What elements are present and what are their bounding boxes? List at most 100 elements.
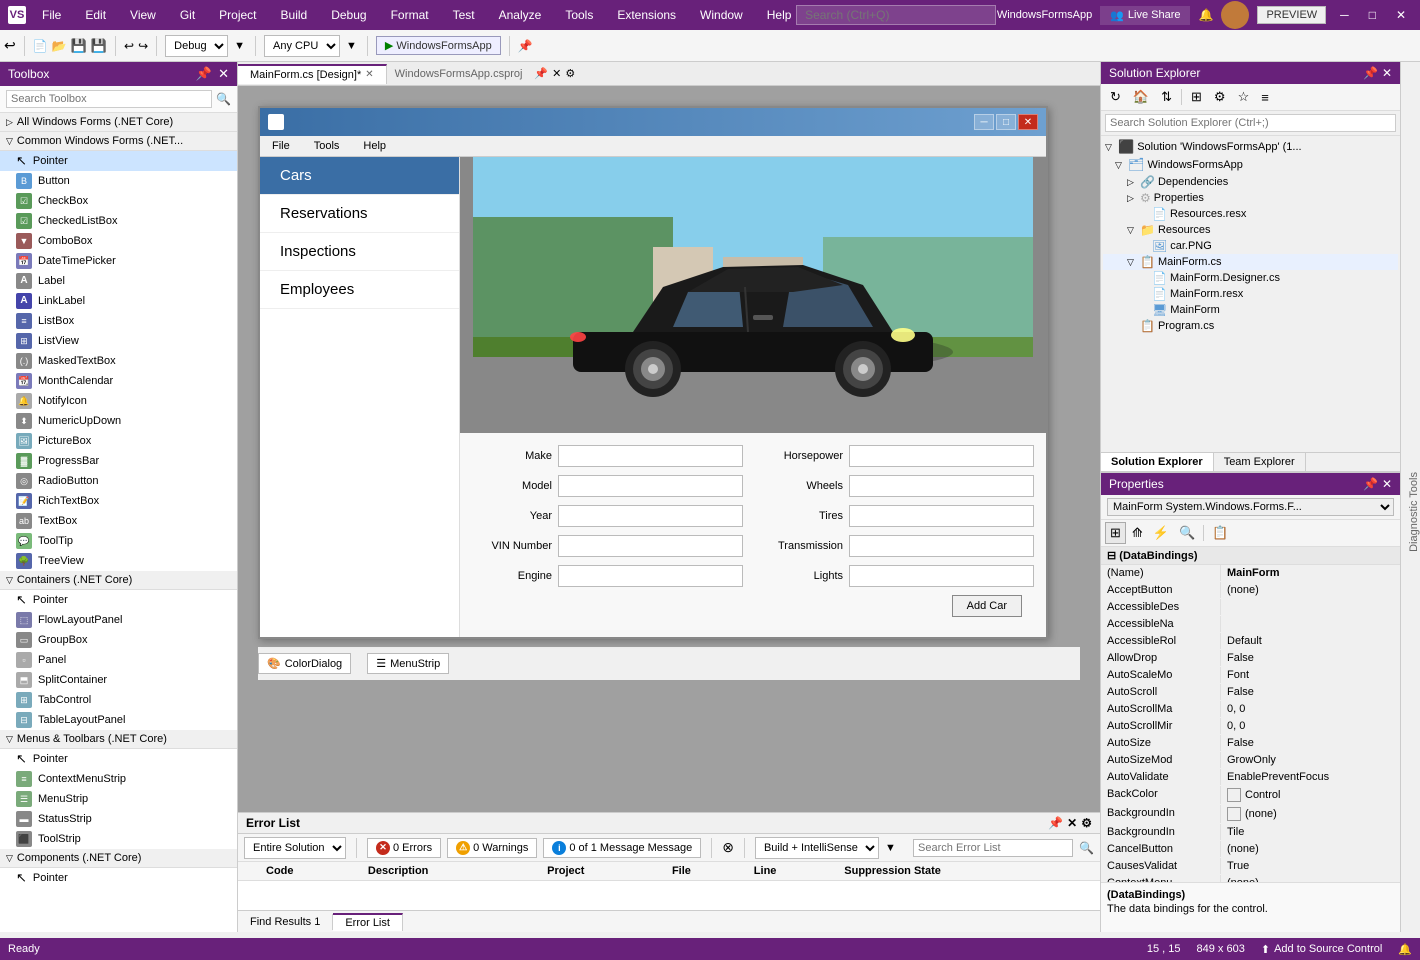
tool-checkbox[interactable]: ☑ CheckBox [0,191,237,211]
menu-edit[interactable]: Edit [81,6,110,24]
container-panel[interactable]: ▫ Panel [0,650,237,670]
tab-close-icon[interactable]: ✕ [365,69,373,80]
tool-notifyicon[interactable]: 🔔 NotifyIcon [0,391,237,411]
tree-properties[interactable]: ▷ ⚙ Properties [1103,190,1398,206]
field-lights-input[interactable] [849,565,1034,587]
toolbar-saveall-icon[interactable]: 💾 [91,38,107,54]
build-filter-select[interactable]: Build + IntelliSense [755,837,879,859]
menu-pointer[interactable]: ↖ Pointer [0,749,237,769]
menu-build[interactable]: Build [277,6,312,24]
props-row-autoscroll[interactable]: AutoScroll False [1101,684,1400,701]
toolbar-new-icon[interactable]: 📄 [33,39,48,53]
toolbar-back-icon[interactable]: ↩ [4,37,16,54]
error-list-gear-icon[interactable]: ⚙ [1081,816,1092,830]
tool-combobox[interactable]: ▼ ComboBox [0,231,237,251]
tool-monthcalendar[interactable]: 📆 MonthCalendar [0,371,237,391]
props-row-accessiblename[interactable]: AccessibleNa [1101,616,1400,633]
props-events-btn[interactable]: ⚡ [1149,523,1173,543]
sol-settings2-btn[interactable]: ⚙ [1209,86,1231,108]
sol-home-btn[interactable]: 🏠 [1128,86,1154,108]
tree-project[interactable]: ▽ 🗂 WindowsFormsApp [1103,156,1398,174]
clear-filter-icon[interactable]: ⊗ [722,839,734,856]
toolbox-section-all[interactable]: ▷ All Windows Forms (.NET Core) [0,113,237,132]
tool-treeview[interactable]: 🌳 TreeView [0,551,237,571]
menu-view[interactable]: View [126,6,160,24]
diagnostic-tools-sidebar[interactable]: Diagnostic Tools [1400,62,1420,932]
props-row-backcolor[interactable]: BackColor Control [1101,786,1400,805]
tool-tooltip[interactable]: 💬 ToolTip [0,531,237,551]
props-row-backgroundin1[interactable]: BackgroundIn (none) [1101,805,1400,824]
form-menu-tools[interactable]: Tools [310,138,344,154]
menu-help[interactable]: Help [763,6,796,24]
props-row-autosizemod[interactable]: AutoSizeMod GrowOnly [1101,752,1400,769]
field-engine-input[interactable] [558,565,743,587]
tree-dependencies[interactable]: ▷ 🔗 Dependencies [1103,174,1398,190]
container-pointer[interactable]: ↖ Pointer [0,590,237,610]
menu-format[interactable]: Format [387,6,433,24]
designer-area[interactable]: ─ □ ✕ File Tools Help [238,86,1100,812]
preview-btn[interactable]: PREVIEW [1257,6,1326,24]
props-search-btn[interactable]: 🔍 [1175,523,1199,543]
field-wheels-input[interactable] [849,475,1034,497]
menu-menustrip[interactable]: ☰ MenuStrip [0,789,237,809]
tab-mainform-design[interactable]: MainForm.cs [Design]* ✕ [238,64,387,84]
pin-icon[interactable]: 📌 [518,39,533,53]
live-share-button[interactable]: 👥 Live Share [1100,6,1190,25]
tree-mainform-resx[interactable]: 📄 MainForm.resx [1103,286,1398,302]
props-row-autoscrollma[interactable]: AutoScrollMa 0, 0 [1101,701,1400,718]
props-row-autovalidate[interactable]: AutoValidate EnablePreventFocus [1101,769,1400,786]
toolbox-section-containers[interactable]: ▽ Containers (.NET Core) [0,571,237,590]
toolbox-close-icon[interactable]: ✕ [218,66,229,82]
menu-file[interactable]: File [38,6,65,24]
comp-pointer[interactable]: ↖ Pointer [0,868,237,888]
container-groupbox[interactable]: ▭ GroupBox [0,630,237,650]
global-search-input[interactable] [796,5,996,25]
tool-label[interactable]: A Label [0,271,237,291]
tab-error-list[interactable]: Error List [333,913,403,931]
props-row-accessiblerole[interactable]: AccessibleRol Default [1101,633,1400,650]
toolbar-redo-icon[interactable]: ↪ [138,39,148,53]
notification-bell-icon[interactable]: 🔔 [1398,943,1412,956]
form-menu-help[interactable]: Help [359,138,390,154]
tool-pointer[interactable]: ↖ Pointer [0,151,237,171]
tab-team-explorer[interactable]: Team Explorer [1214,453,1306,471]
sol-pin-icon[interactable]: 📌 [1363,66,1378,80]
sol-close-icon[interactable]: ✕ [1382,66,1392,80]
props-row-autoscalemode[interactable]: AutoScaleMo Font [1101,667,1400,684]
cpu-select[interactable]: Any CPU [264,35,340,57]
notification-icon[interactable]: 🔔 [1198,8,1213,22]
props-row-acceptbutton[interactable]: AcceptButton (none) [1101,582,1400,599]
field-horsepower-input[interactable] [849,445,1034,467]
errors-badge[interactable]: ✕ 0 Errors [367,838,441,858]
tab-find-results[interactable]: Find Results 1 [238,914,333,930]
nav-reservations[interactable]: Reservations [260,195,459,233]
menu-debug[interactable]: Debug [327,6,370,24]
menu-tools[interactable]: Tools [561,6,597,24]
field-model-input[interactable] [558,475,743,497]
field-year-input[interactable] [558,505,743,527]
tool-listbox[interactable]: ≡ ListBox [0,311,237,331]
add-car-button[interactable]: Add Car [952,595,1022,617]
tab-pin-icon[interactable]: 📌 [534,67,548,80]
warnings-badge[interactable]: ⚠ 0 Warnings [447,838,537,858]
props-row-accessibledes[interactable]: AccessibleDes [1101,599,1400,616]
tool-richtextbox[interactable]: 📝 RichTextBox [0,491,237,511]
nav-inspections[interactable]: Inspections [260,233,459,271]
props-row-allowdrop[interactable]: AllowDrop False [1101,650,1400,667]
props-pin-icon[interactable]: 📌 [1363,477,1378,491]
user-avatar[interactable] [1221,1,1249,29]
tool-textbox[interactable]: ab TextBox [0,511,237,531]
tool-linklabel[interactable]: A LinkLabel [0,291,237,311]
toolbox-section-common[interactable]: ▽ Common Windows Forms (.NET... [0,132,237,151]
error-list-pin-icon[interactable]: 📌 [1048,816,1063,830]
props-row-name[interactable]: (Name) MainForm [1101,565,1400,582]
menu-statusstrip[interactable]: ▬ StatusStrip [0,809,237,829]
form-close-btn[interactable]: ✕ [1018,114,1038,130]
props-alphabetical-btn[interactable]: ⟰ [1128,523,1147,543]
props-row-contextmenu[interactable]: ContextMenu (none) [1101,875,1400,882]
tree-solution[interactable]: ▽ ⬛ Solution 'WindowsFormsApp' (1... [1103,138,1398,156]
props-row-cancelbutton[interactable]: CancelButton (none) [1101,841,1400,858]
run-button[interactable]: ▶ WindowsFormsApp [376,36,501,55]
debug-config-select[interactable]: Debug [165,35,228,57]
menu-project[interactable]: Project [215,6,260,24]
